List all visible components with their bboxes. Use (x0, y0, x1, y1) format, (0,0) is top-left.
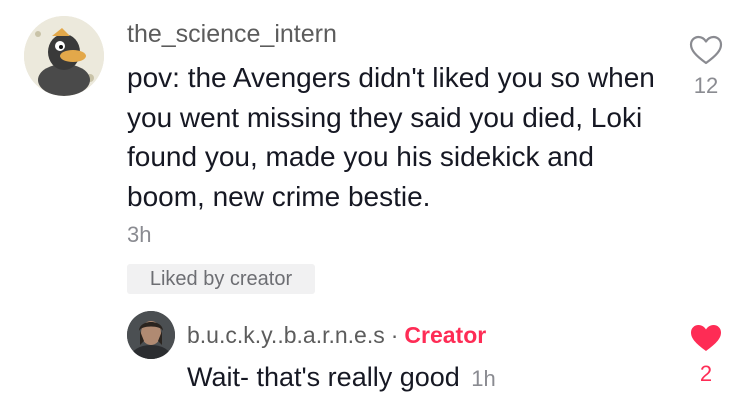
reply-text: Wait- that's really good (187, 362, 460, 392)
reply-like-count: 2 (699, 361, 713, 386)
commenter-username[interactable]: the_science_intern (127, 20, 337, 49)
commenter-avatar[interactable] (24, 16, 104, 96)
reply-username[interactable]: b.u.c.k.y..b.a.r.n.e.s (187, 322, 385, 348)
reply-avatar[interactable] (127, 311, 175, 359)
comment-text: pov: the Avengers didn't liked you so wh… (127, 62, 655, 212)
heart-outline-icon[interactable] (688, 34, 724, 66)
person-avatar-icon (127, 311, 175, 359)
comment-like-button[interactable]: 12 (686, 34, 726, 99)
heart-filled-icon[interactable] (688, 322, 724, 354)
reply-text-row: Wait- that's really good 1h (187, 362, 496, 393)
creator-label: Creator (404, 322, 487, 348)
reply-like-button[interactable]: 2 (686, 322, 726, 387)
liked-by-creator-badge: Liked by creator (127, 264, 315, 294)
comment-timestamp: 3h (127, 222, 152, 247)
cartoon-duck-avatar-icon (24, 16, 104, 96)
separator-dot: · (390, 322, 399, 348)
comment-like-count: 12 (693, 73, 719, 98)
reply-timestamp: 1h (471, 366, 496, 391)
reply-username-row: b.u.c.k.y..b.a.r.n.e.s · Creator (187, 322, 486, 349)
